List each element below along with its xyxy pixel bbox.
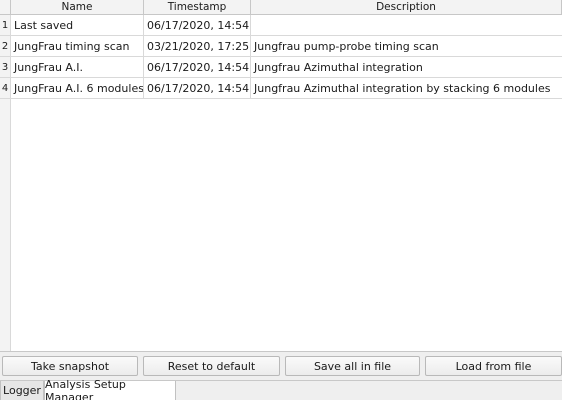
table-row[interactable]: 4 JungFrau A.I. 6 modules 06/17/2020, 14…	[0, 78, 562, 99]
reset-default-button[interactable]: Reset to default	[143, 356, 280, 376]
action-button-bar: Take snapshot Reset to default Save all …	[0, 356, 562, 377]
column-header-timestamp[interactable]: Timestamp	[144, 0, 251, 14]
take-snapshot-button[interactable]: Take snapshot	[2, 356, 138, 376]
bottom-tab-bar: Logger Analysis Setup Manager	[0, 378, 562, 400]
cell-description[interactable]: Jungfrau Azimuthal integration by stacki…	[251, 78, 562, 98]
column-header-name[interactable]: Name	[11, 0, 144, 14]
vertical-header-filler	[0, 99, 11, 351]
table-row[interactable]: 3 JungFrau A.I. 06/17/2020, 14:54:35 Jun…	[0, 57, 562, 78]
row-index[interactable]: 1	[0, 15, 11, 35]
cell-description[interactable]: Jungfrau pump-probe timing scan	[251, 36, 562, 56]
cell-name[interactable]: JungFrau A.I. 6 modules	[11, 78, 144, 98]
analysis-setup-manager-window: Name Timestamp Description 1 Last saved …	[0, 0, 562, 400]
corner-header[interactable]	[0, 0, 11, 14]
row-index[interactable]: 2	[0, 36, 11, 56]
row-index[interactable]: 3	[0, 57, 11, 77]
cell-description[interactable]	[251, 15, 562, 35]
cell-name[interactable]: Last saved	[11, 15, 144, 35]
column-header-description[interactable]: Description	[251, 0, 562, 14]
tab-analysis-setup-manager[interactable]: Analysis Setup Manager	[44, 378, 176, 400]
table-row[interactable]: 2 JungFrau timing scan 03/21/2020, 17:25…	[0, 36, 562, 57]
snapshot-table: Name Timestamp Description 1 Last saved …	[0, 0, 562, 352]
row-index[interactable]: 4	[0, 78, 11, 98]
cell-timestamp[interactable]: 06/17/2020, 14:54:35	[144, 57, 251, 77]
cell-name[interactable]: JungFrau A.I.	[11, 57, 144, 77]
save-all-button[interactable]: Save all in file	[285, 356, 420, 376]
cell-timestamp[interactable]: 06/17/2020, 14:54:29	[144, 78, 251, 98]
table-header-row: Name Timestamp Description	[0, 0, 562, 15]
table-row[interactable]: 1 Last saved 06/17/2020, 14:54:40	[0, 15, 562, 36]
cell-timestamp[interactable]: 03/21/2020, 17:25:13	[144, 36, 251, 56]
cell-description[interactable]: Jungfrau Azimuthal integration	[251, 57, 562, 77]
cell-timestamp[interactable]: 06/17/2020, 14:54:40	[144, 15, 251, 35]
cell-name[interactable]: JungFrau timing scan	[11, 36, 144, 56]
load-file-button[interactable]: Load from file	[425, 356, 562, 376]
tab-logger[interactable]: Logger	[0, 381, 44, 400]
